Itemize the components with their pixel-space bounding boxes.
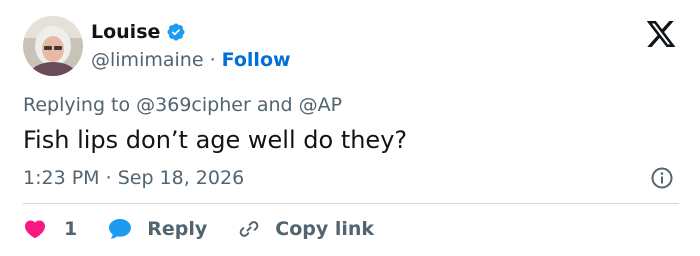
avatar[interactable]	[23, 16, 83, 76]
tweet-timestamp[interactable]: 1:23 PM · Sep 18, 2026	[23, 166, 244, 190]
reply-button[interactable]: Reply	[107, 217, 207, 241]
mention-link-2[interactable]: @AP	[299, 94, 342, 116]
tweet-date: Sep 18, 2026	[117, 167, 245, 189]
reply-context-conjunction: and	[256, 94, 293, 116]
author-handle-row: @limimaine · Follow	[91, 48, 291, 72]
x-logo-icon[interactable]	[645, 18, 677, 50]
reply-context: Replying to @369cipher and @AP	[23, 93, 342, 117]
link-icon	[237, 217, 261, 241]
tweet-time: 1:23 PM	[23, 167, 100, 189]
tweet-text: Fish lips don’t age well do they?	[23, 126, 408, 154]
reply-context-prefix: Replying to	[23, 94, 131, 116]
author-name[interactable]: Louise	[91, 20, 160, 44]
like-count: 1	[64, 218, 78, 240]
timestamp-separator: ·	[105, 167, 112, 189]
author-handle[interactable]: @limimaine	[91, 49, 204, 71]
verified-badge-icon	[166, 22, 186, 42]
avatar-photo	[23, 16, 83, 76]
action-bar: 1 Reply Copy link	[23, 216, 374, 242]
copy-link-button[interactable]: Copy link	[237, 217, 374, 241]
author-name-row: Louise	[91, 20, 186, 44]
handle-separator: ·	[209, 49, 216, 71]
like-button[interactable]: 1	[23, 217, 77, 241]
follow-button[interactable]: Follow	[222, 49, 291, 71]
heart-icon	[23, 217, 47, 241]
reply-label: Reply	[147, 218, 208, 240]
copy-link-label: Copy link	[275, 218, 375, 240]
info-icon[interactable]	[650, 166, 674, 190]
mention-link-1[interactable]: @369cipher	[136, 94, 251, 116]
divider	[23, 203, 679, 204]
speech-bubble-icon	[107, 217, 133, 241]
